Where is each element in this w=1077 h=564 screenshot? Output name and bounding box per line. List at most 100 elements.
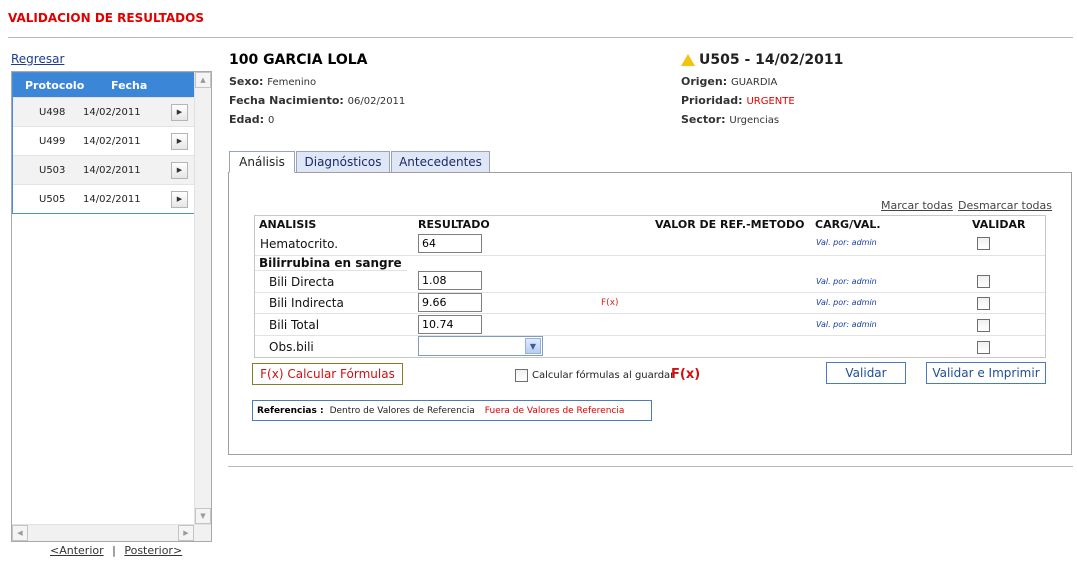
- sex-value: Femenino: [267, 77, 317, 88]
- scroll-down-icon[interactable]: ▼: [195, 508, 211, 524]
- patient-sex: Sexo: Femenino: [229, 75, 316, 88]
- protocol-date: 14/02/2011: [83, 135, 141, 147]
- patient-birthdate: Fecha Nacimiento: 06/02/2011: [229, 94, 405, 107]
- scroll-left-icon[interactable]: ◀: [12, 525, 28, 541]
- origin-label: Origen:: [681, 75, 728, 88]
- tab-antecedentes[interactable]: Antecedentes: [391, 151, 490, 173]
- formula-indicator: F(x): [601, 298, 619, 308]
- calc-on-save-checkbox[interactable]: [515, 369, 528, 382]
- tab-diagnosticos[interactable]: Diagnósticos: [296, 151, 390, 173]
- col-resultado: RESULTADO: [418, 218, 490, 231]
- validate-checkbox[interactable]: [977, 237, 990, 250]
- group-label: Bilirrubina en sangre: [259, 256, 402, 270]
- validate-print-button[interactable]: Validar e Imprimir: [926, 362, 1046, 384]
- protocol-id: U498: [39, 106, 66, 118]
- protocol-row[interactable]: U505 14/02/2011 ▶: [13, 184, 194, 213]
- pager: <Anterior | Posterior>: [50, 544, 182, 557]
- select-arrow-icon[interactable]: ▶: [171, 161, 188, 179]
- validated-by: Val. por: admin: [816, 298, 877, 307]
- patient-name: 100 GARCIA LOLA: [229, 52, 368, 68]
- select-arrow-icon[interactable]: ▶: [171, 190, 188, 208]
- chevron-down-icon[interactable]: ▼: [525, 338, 541, 354]
- protocol-priority: Prioridad: URGENTE: [681, 94, 795, 107]
- row-divider: [255, 313, 1045, 314]
- analysis-label: Hematocrito.: [260, 237, 339, 251]
- protocol-title: U505 - 14/02/2011: [681, 52, 843, 68]
- validated-by: Val. por: admin: [816, 238, 877, 247]
- references-outside: Fuera de Valores de Referencia: [484, 405, 625, 416]
- protocol-origin: Origen: GUARDIA: [681, 75, 777, 88]
- back-link[interactable]: Regresar: [11, 52, 64, 66]
- result-input-bili-indirecta[interactable]: [418, 293, 482, 312]
- col-valor-ref: VALOR DE REF.-METODO: [655, 218, 805, 231]
- sex-label: Sexo:: [229, 75, 264, 88]
- col-validar: VALIDAR: [972, 218, 1026, 231]
- select-arrow-icon[interactable]: ▶: [171, 132, 188, 150]
- validated-by: Val. por: admin: [816, 277, 877, 286]
- protocol-list-panel: Protocolo Fecha U498 14/02/2011 ▶ U499 1…: [11, 71, 212, 542]
- protocol-row[interactable]: U503 14/02/2011 ▶: [13, 155, 194, 184]
- col-carg-val: CARG/VAL.: [815, 218, 881, 231]
- protocol-id: U505: [39, 193, 66, 205]
- tab-analisis[interactable]: Análisis: [229, 151, 295, 173]
- unmark-all-link[interactable]: Desmarcar todas: [958, 199, 1052, 212]
- origin-value: GUARDIA: [730, 77, 778, 88]
- prev-link[interactable]: <Anterior: [50, 544, 104, 557]
- header-fecha: Fecha: [111, 78, 148, 92]
- title-divider: [8, 37, 1073, 38]
- analysis-label: Bili Total: [269, 318, 320, 332]
- protocol-table-header: Protocolo Fecha: [13, 73, 194, 97]
- analysis-label: Bili Directa: [269, 275, 335, 289]
- validate-checkbox[interactable]: [977, 297, 990, 310]
- results-grid: [254, 215, 1046, 358]
- result-input-bili-directa[interactable]: [418, 271, 482, 290]
- protocol-row[interactable]: U499 14/02/2011 ▶: [13, 126, 194, 155]
- protocol-title-text: U505 - 14/02/2011: [699, 52, 844, 68]
- row-divider: [255, 270, 407, 271]
- pager-separator: |: [112, 544, 116, 557]
- page-title: VALIDACION DE RESULTADOS: [8, 11, 204, 25]
- protocol-date: 14/02/2011: [83, 164, 141, 176]
- vertical-scrollbar[interactable]: ▲ ▼: [194, 72, 211, 524]
- references-label: Referencias :: [257, 405, 324, 416]
- birthdate-value: 06/02/2011: [347, 96, 406, 107]
- result-input-hematocrito[interactable]: [418, 234, 482, 253]
- scroll-right-icon[interactable]: ▶: [178, 525, 194, 541]
- obs-select[interactable]: ▼: [418, 336, 543, 356]
- scroll-up-icon[interactable]: ▲: [195, 72, 211, 88]
- validated-by: Val. por: admin: [816, 320, 877, 329]
- select-arrow-icon[interactable]: ▶: [171, 103, 188, 121]
- calc-on-save-label: Calcular fórmulas al guardar: [532, 370, 675, 381]
- result-input-bili-total[interactable]: [418, 315, 482, 334]
- priority-label: Prioridad:: [681, 94, 743, 107]
- protocol-date: 14/02/2011: [83, 106, 141, 118]
- warning-icon: [681, 54, 695, 66]
- protocol-id: U503: [39, 164, 66, 176]
- validate-button[interactable]: Validar: [826, 362, 906, 384]
- protocol-table: Protocolo Fecha U498 14/02/2011 ▶ U499 1…: [12, 72, 195, 214]
- references-inside: Dentro de Valores de Referencia: [329, 405, 475, 416]
- row-divider: [255, 335, 1045, 336]
- row-divider: [255, 292, 1045, 293]
- horizontal-scrollbar[interactable]: ◀ ▶: [12, 524, 211, 541]
- protocol-date: 14/02/2011: [83, 193, 141, 205]
- sector-label: Sector:: [681, 113, 726, 126]
- calculate-formulas-button[interactable]: F(x) Calcular Fórmulas: [252, 363, 403, 385]
- mark-all-link[interactable]: Marcar todas: [881, 199, 953, 212]
- fx-icon: F(x): [671, 367, 701, 382]
- validate-checkbox[interactable]: [977, 275, 990, 288]
- references-legend: Referencias : Dentro de Valores de Refer…: [252, 400, 652, 421]
- birthdate-label: Fecha Nacimiento:: [229, 94, 344, 107]
- header-protocolo: Protocolo: [25, 78, 85, 92]
- protocol-row[interactable]: U498 14/02/2011 ▶: [13, 97, 194, 126]
- analysis-label: Obs.bili: [269, 340, 314, 354]
- validate-checkbox[interactable]: [977, 319, 990, 332]
- sector-value: Urgencias: [729, 115, 780, 126]
- analysis-label: Bili Indirecta: [269, 296, 344, 310]
- validate-checkbox[interactable]: [977, 341, 990, 354]
- next-link[interactable]: Posterior>: [124, 544, 182, 557]
- patient-age: Edad: 0: [229, 113, 274, 126]
- protocol-id: U499: [39, 135, 66, 147]
- age-label: Edad:: [229, 113, 265, 126]
- protocol-sector: Sector: Urgencias: [681, 113, 779, 126]
